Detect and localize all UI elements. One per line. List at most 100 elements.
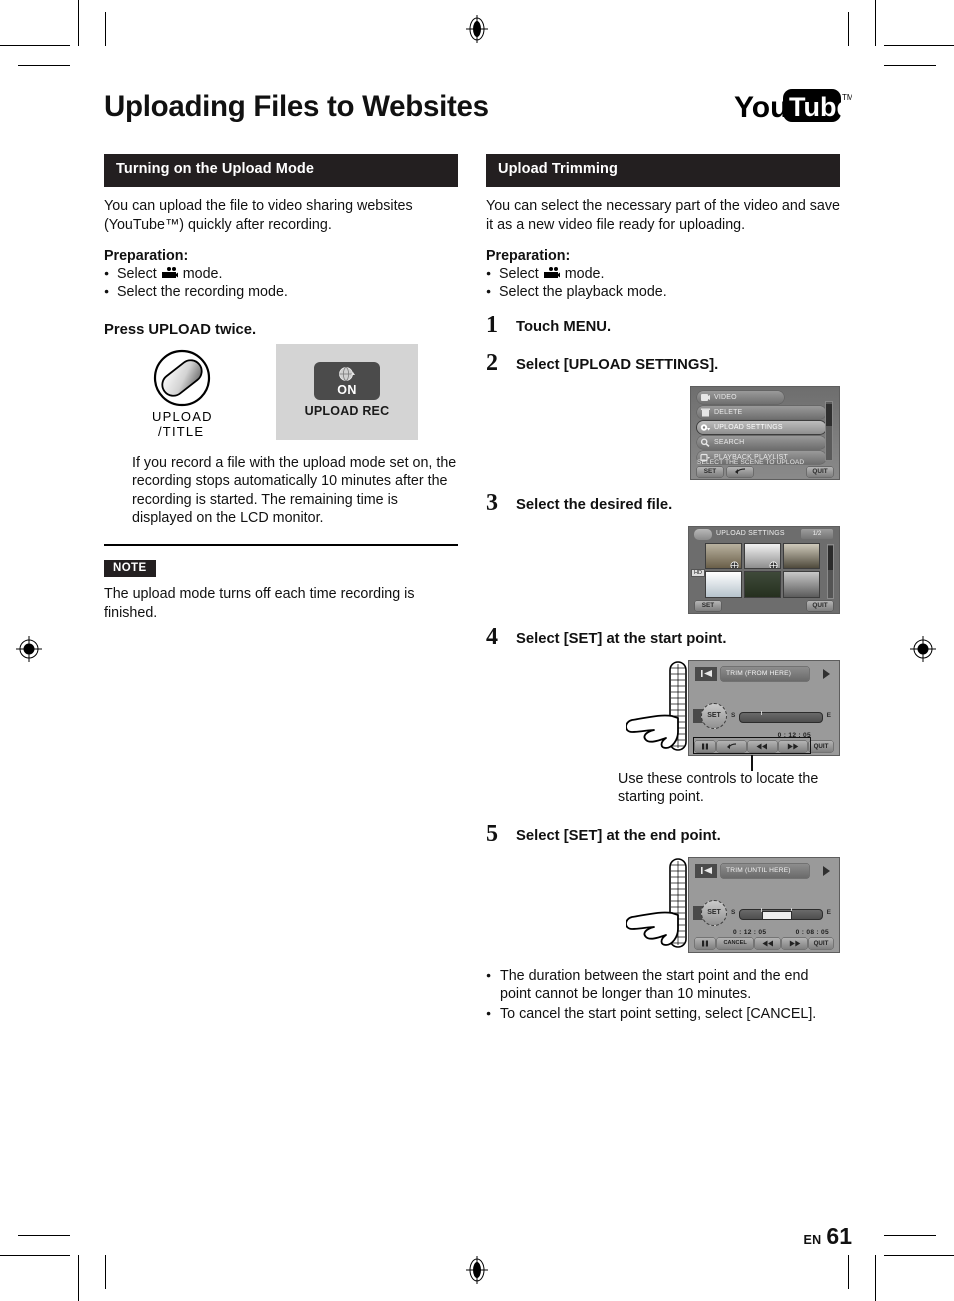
- step-5-number: 5: [486, 820, 498, 847]
- callout-leader-line: [751, 754, 753, 771]
- pause-button[interactable]: [695, 937, 715, 949]
- menu-item-upload-settings[interactable]: UPLOAD SETTINGS: [697, 420, 826, 434]
- menu-item-video[interactable]: VIDEO: [697, 390, 784, 404]
- left-section-heading: Turning on the Upload Mode: [104, 154, 458, 187]
- youtube-logo: You Tube TM: [734, 86, 854, 128]
- trim-start-set-knob[interactable]: SET: [701, 702, 727, 729]
- step-4: 4 Select [SET] at the start point.: [486, 625, 840, 652]
- file-screen-page-indicator: 1/2: [801, 528, 833, 539]
- registration-mark-bottom: [462, 1255, 492, 1285]
- step-5: 5 Select [SET] at the end point.: [486, 822, 840, 849]
- thumbnail-item[interactable]: [705, 570, 743, 598]
- trim-end-quit-button[interactable]: QUIT: [808, 937, 833, 949]
- step-2-number: 2: [486, 349, 498, 376]
- right-prep-1-before: Select: [499, 266, 539, 283]
- left-column: Turning on the Upload Mode You can uploa…: [104, 154, 458, 622]
- folio-page-number: 61: [826, 1223, 852, 1249]
- step-3: 3 Select the desired file.: [486, 491, 840, 518]
- video-mode-icon: [694, 528, 712, 540]
- svg-text:TM: TM: [842, 93, 852, 102]
- left-illustration-body: If you record a file with the upload mod…: [132, 454, 457, 527]
- upload-rec-screen-panel: ON UPLOAD REC: [276, 343, 418, 440]
- file-scrollbar-thumb[interactable]: [828, 545, 833, 570]
- trash-icon: [700, 408, 711, 417]
- controls-highlight-box: [693, 736, 811, 754]
- file-quit-button[interactable]: QUIT: [807, 600, 833, 611]
- step-1-number: 1: [486, 311, 498, 338]
- page-content: Uploading Files to Websites You Tube TM …: [104, 76, 854, 1249]
- menu-item-delete[interactable]: DELETE: [697, 405, 826, 419]
- slider-marker: [761, 710, 763, 715]
- play-icon[interactable]: [823, 668, 830, 679]
- upload-mark-icon: [769, 557, 778, 569]
- svg-text:UPLOAD: UPLOAD: [152, 409, 213, 424]
- crop-mark-top-left-outer: [78, 0, 79, 46]
- note-badge: NOTE: [104, 560, 156, 577]
- trim-end-control-bar: CANCEL QUIT: [695, 937, 833, 949]
- lcd-menu-screenshot-wrap: VIDEO DELETE UPLOAD SETTINGS SEARCH PLAY…: [486, 385, 840, 480]
- hand-touching-screen-illustration: [625, 857, 690, 953]
- thumbnail-item[interactable]: [782, 542, 820, 570]
- menu-back-button[interactable]: [727, 466, 753, 477]
- video-icon: [700, 393, 711, 402]
- trim-start-quit-button[interactable]: QUIT: [808, 740, 833, 752]
- left-prep-item-1: Select mode.: [104, 265, 458, 283]
- crop-mark-top-right-h1: [884, 45, 954, 46]
- right-prep-item-1: Select mode.: [486, 265, 840, 283]
- crop-mark-bottom-left-h1: [0, 1255, 70, 1256]
- crop-mark-top-right-outer: [875, 0, 876, 46]
- step-2: 2 Select [UPLOAD SETTINGS].: [486, 351, 840, 378]
- rewind-button[interactable]: [755, 937, 781, 949]
- menu-set-button[interactable]: SET: [697, 466, 723, 477]
- crop-mark-bottom-right-h1: [884, 1255, 954, 1256]
- step-4-text: Select [SET] at the start point.: [516, 630, 727, 647]
- menu-scrollbar-thumb[interactable]: [826, 403, 832, 426]
- registration-mark-top: [462, 14, 492, 44]
- lcd-trim-end-row: TRIM (UNTIL HERE) SET S E 0: 12: 05 0 …: [486, 856, 840, 953]
- crop-mark-bottom-left-outer: [78, 1255, 79, 1301]
- hand-touching-screen-illustration: [625, 660, 690, 756]
- thumbnail-item[interactable]: [743, 570, 782, 598]
- slider-start-label: S: [731, 711, 736, 719]
- trim-start-set-label: SET: [701, 702, 727, 729]
- trim-end-slider[interactable]: S E: [731, 907, 831, 920]
- step-3-number: 3: [486, 489, 498, 516]
- menu-scrollbar[interactable]: [825, 400, 833, 461]
- slider-end-label: E: [826, 908, 831, 916]
- file-scrollbar[interactable]: [827, 543, 834, 599]
- trim-end-set-knob[interactable]: SET: [701, 899, 727, 926]
- right-prep-1-after: mode.: [564, 266, 605, 283]
- right-note-1: The duration between the start point and…: [486, 967, 840, 1004]
- menu-item-search[interactable]: SEARCH: [697, 435, 826, 449]
- left-prep-1-before: Select: [117, 266, 157, 283]
- slider-track[interactable]: [739, 710, 823, 723]
- thumbnail-item[interactable]: [782, 570, 820, 598]
- upload-button-illustration: UPLOAD /TITLE ON UPLOAD REC: [104, 343, 458, 446]
- menu-quit-button[interactable]: QUIT: [807, 466, 833, 477]
- right-note-2: To cancel the start point setting, selec…: [486, 1005, 840, 1024]
- hd-quality-tag: HD: [691, 568, 705, 577]
- upload-rec-caption: UPLOAD REC: [304, 403, 390, 418]
- lcd-menu-screenshot: VIDEO DELETE UPLOAD SETTINGS SEARCH PLAY…: [690, 385, 840, 480]
- forward-button[interactable]: [782, 937, 807, 949]
- menu-item-upload-settings-label: UPLOAD SETTINGS: [714, 423, 783, 431]
- file-screen-title: UPLOAD SETTINGS: [716, 529, 785, 537]
- file-set-button[interactable]: SET: [695, 600, 721, 611]
- lcd-file-select-screenshot: UPLOAD SETTINGS 1/2 HD SET QUIT: [688, 525, 840, 614]
- previous-scene-button[interactable]: [695, 666, 717, 681]
- trim-start-slider[interactable]: S E: [731, 710, 831, 723]
- right-section-heading: Upload Trimming: [486, 154, 840, 187]
- trim-end-time-right: 0 : 08 : 05: [795, 928, 829, 936]
- menu-item-delete-label: DELETE: [714, 408, 743, 416]
- menu-item-video-label: VIDEO: [714, 393, 737, 401]
- previous-scene-button[interactable]: [695, 863, 717, 878]
- folio-language: EN: [803, 1233, 822, 1247]
- thumbnail-item[interactable]: [743, 542, 782, 570]
- slider-track[interactable]: [739, 907, 823, 920]
- crop-mark-bottom-left-h2: [18, 1235, 70, 1236]
- cancel-button[interactable]: CANCEL: [717, 937, 754, 949]
- thumbnail-item[interactable]: [705, 542, 743, 570]
- play-icon[interactable]: [823, 865, 830, 876]
- file-screen-header: UPLOAD SETTINGS 1/2: [689, 527, 839, 541]
- trim-end-set-label: SET: [701, 899, 727, 926]
